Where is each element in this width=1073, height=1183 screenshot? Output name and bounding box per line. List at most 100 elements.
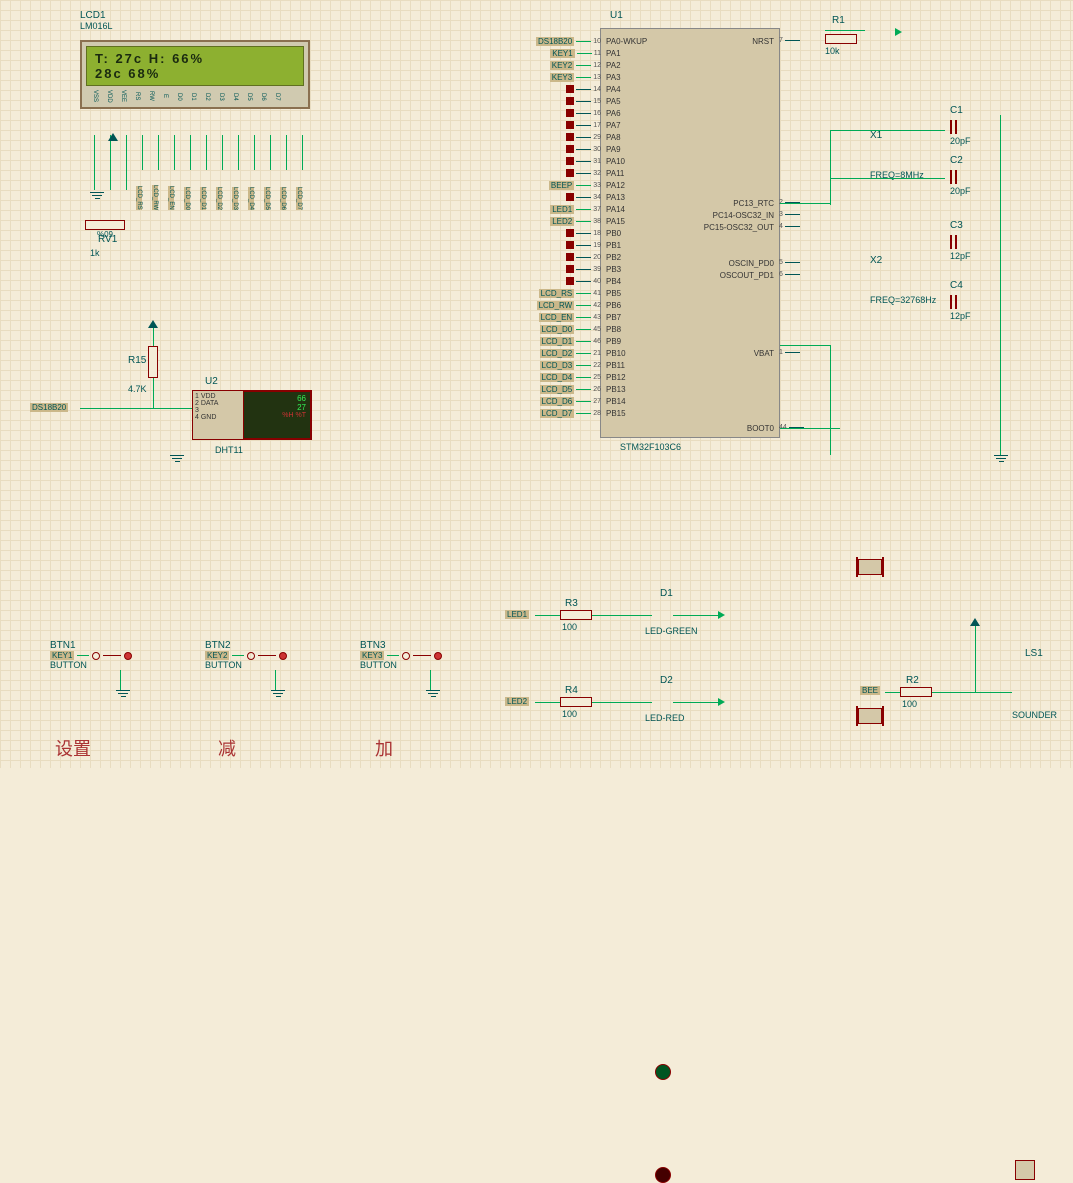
net-label: KEY3 bbox=[360, 651, 384, 660]
mcu-pin-PB11: LCD_D322 bbox=[540, 361, 601, 370]
mcu-pin-PA4: 14 bbox=[566, 85, 601, 93]
dht11-component[interactable]: 1 VDD2 DATA3 4 GND 66 27 %H %T bbox=[192, 390, 312, 440]
lcd-pin-D3: D3 bbox=[212, 90, 224, 103]
lcd-line1: T: 27c H: 66% bbox=[95, 51, 295, 66]
power-arrow bbox=[895, 28, 902, 36]
x2-freq: FREQ=32768Hz bbox=[870, 295, 936, 305]
btn1-button[interactable]: KEY1 bbox=[50, 651, 132, 660]
r1-resistor[interactable] bbox=[825, 34, 857, 44]
lcd-pin-D4: D4 bbox=[226, 90, 238, 103]
mcu-pin-PB6: LCD_RW42 bbox=[537, 301, 601, 310]
r1-val: 10k bbox=[825, 46, 840, 56]
mcu-pin-PA0-WKUP: DS18B2010 bbox=[536, 37, 601, 46]
lcd-pin-D0: D0 bbox=[170, 90, 182, 103]
lcd-component[interactable]: T: 27c H: 66% 28c 68% VSSVDDVEERSRWED0D1… bbox=[80, 40, 310, 109]
lcd-pin-RW: RW bbox=[142, 90, 154, 103]
btn3-button[interactable]: KEY3 bbox=[360, 651, 442, 660]
vcc-icon bbox=[108, 133, 118, 141]
d1-ref: D1 bbox=[660, 588, 673, 599]
c2-ref: C2 bbox=[950, 155, 963, 166]
btn1-ref: BTN1 bbox=[50, 640, 132, 651]
r4-val: 100 bbox=[562, 709, 577, 719]
net-label: LCD_RS bbox=[539, 289, 575, 298]
lcd-pin-D6: D6 bbox=[254, 90, 266, 103]
mcu-pin-PB12: LCD_D425 bbox=[540, 373, 601, 382]
mcu-pin-PA2: KEY212 bbox=[550, 61, 601, 70]
x1-ref: X1 bbox=[870, 130, 882, 141]
c1-cap[interactable] bbox=[950, 120, 957, 134]
lcd-net: LCD_D2 bbox=[216, 187, 222, 210]
net-label: DS18B20 bbox=[536, 37, 574, 46]
net-label: LCD_D6 bbox=[540, 397, 575, 406]
lcd-pin-D1: D1 bbox=[184, 90, 196, 103]
mcu-chip[interactable]: DS18B2010KEY111KEY212KEY3131415161729303… bbox=[600, 28, 780, 438]
net-label: LCD_EN bbox=[539, 313, 575, 322]
btn2-button[interactable]: KEY2 bbox=[205, 651, 287, 660]
gnd-icon bbox=[114, 690, 132, 697]
r4-resistor[interactable] bbox=[560, 697, 592, 707]
mcu-pin-PB0: 18 bbox=[566, 229, 601, 237]
c2-cap[interactable] bbox=[950, 170, 957, 184]
mcu-pin-PB10: LCD_D221 bbox=[540, 349, 601, 358]
r1-ref: R1 bbox=[832, 15, 845, 26]
rv1-ref: RV1 bbox=[98, 234, 117, 245]
mcu-pin-PA8: 29 bbox=[566, 133, 601, 141]
lcd-net: LCD_EN bbox=[168, 186, 174, 210]
lcd-net: LCD_RS bbox=[136, 186, 142, 210]
u2-ref: U2 bbox=[205, 376, 218, 387]
gnd-icon bbox=[994, 455, 1008, 462]
btn2-ref: BTN2 bbox=[205, 640, 287, 651]
btn3-cn: 加 bbox=[375, 735, 393, 761]
net-label: LCD_D7 bbox=[540, 409, 575, 418]
net-label: LCD_D3 bbox=[540, 361, 575, 370]
btn2-cn: 减 bbox=[218, 735, 236, 761]
d2-led[interactable] bbox=[655, 1167, 671, 1183]
btn3-ref: BTN3 bbox=[360, 640, 442, 651]
net-label: LED1 bbox=[550, 205, 574, 214]
r2-resistor[interactable] bbox=[900, 687, 932, 697]
lcd-net: LCD_D4 bbox=[248, 187, 254, 210]
x1-crystal[interactable] bbox=[858, 559, 882, 575]
lcd-pin-E: E bbox=[156, 90, 168, 103]
net-label: KEY2 bbox=[550, 61, 574, 70]
lcd-net: LCD_D3 bbox=[232, 187, 238, 210]
lcd-pin-D2: D2 bbox=[198, 90, 210, 103]
mcu-pin-PB9: LCD_D146 bbox=[540, 337, 601, 346]
mcu-pin-PC14-OSC32_IN: 3 bbox=[779, 211, 800, 218]
gnd-icon bbox=[90, 192, 104, 199]
mcu-pin-OSCIN_PD0: 5 bbox=[779, 259, 800, 266]
net-label: LCD_D4 bbox=[540, 373, 575, 382]
net-label: LCD_D2 bbox=[540, 349, 575, 358]
mcu-pin-PA11: 32 bbox=[566, 169, 601, 177]
lcd-pin-VDD: VDD bbox=[100, 90, 112, 103]
dht-val2: 27 bbox=[246, 403, 306, 412]
c3-cap[interactable] bbox=[950, 235, 957, 249]
mcu-pin-PA1: KEY111 bbox=[550, 49, 601, 58]
net-label: KEY1 bbox=[50, 651, 74, 660]
ls1-sounder[interactable] bbox=[1015, 1160, 1035, 1180]
lcd-pin-D5: D5 bbox=[240, 90, 252, 103]
x2-crystal[interactable] bbox=[858, 708, 882, 724]
c4-cap[interactable] bbox=[950, 295, 957, 309]
mcu-pin-PB1: 19 bbox=[566, 241, 601, 249]
mcu-pin-PB8: LCD_D045 bbox=[540, 325, 601, 334]
mcu-pin-PB3: 39 bbox=[566, 265, 601, 273]
net-label: LED2 bbox=[550, 217, 574, 226]
mcu-pin-PB14: LCD_D627 bbox=[540, 397, 601, 406]
mcu-pin-PB13: LCD_D526 bbox=[540, 385, 601, 394]
d1-led[interactable] bbox=[655, 1064, 671, 1080]
r2-val: 100 bbox=[902, 699, 917, 709]
ls1-part: SOUNDER bbox=[1012, 710, 1057, 720]
ds18b20-net: DS18B20 bbox=[30, 403, 68, 412]
c4-ref: C4 bbox=[950, 280, 963, 291]
lcd-net: LCD_D0 bbox=[184, 187, 190, 210]
c4-val: 12pF bbox=[950, 311, 971, 321]
mcu-pin-PB4: 40 bbox=[566, 277, 601, 285]
r15-resistor[interactable] bbox=[148, 346, 158, 378]
lcd-pin-VSS: VSS bbox=[86, 90, 98, 103]
gnd-icon bbox=[269, 690, 287, 697]
r3-resistor[interactable] bbox=[560, 610, 592, 620]
r3-ref: R3 bbox=[565, 598, 578, 609]
mcu-pin-PA15: LED238 bbox=[550, 217, 601, 226]
x2-ref: X2 bbox=[870, 255, 882, 266]
